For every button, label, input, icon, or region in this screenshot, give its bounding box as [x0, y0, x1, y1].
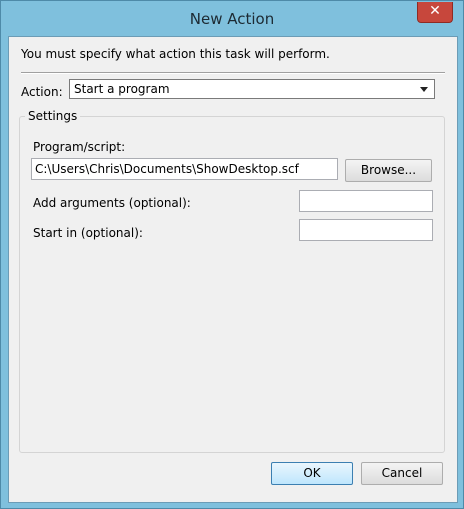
- program-script-label: Program/script:: [33, 140, 126, 154]
- program-script-input[interactable]: C:\Users\Chris\Documents\ShowDesktop.scf: [31, 158, 338, 180]
- separator: [21, 72, 445, 74]
- action-dropdown[interactable]: Start a program: [69, 79, 435, 99]
- cancel-button[interactable]: Cancel: [361, 462, 443, 485]
- settings-group-title: Settings: [25, 109, 81, 123]
- title-bar[interactable]: New Action ✕: [1, 1, 463, 35]
- close-button[interactable]: ✕: [417, 2, 453, 23]
- new-action-dialog: New Action ✕ You must specify what actio…: [0, 0, 464, 509]
- start-in-input[interactable]: [299, 219, 433, 241]
- dialog-body: You must specify what action this task w…: [8, 36, 458, 503]
- browse-button[interactable]: Browse...: [345, 159, 432, 182]
- start-in-label: Start in (optional):: [33, 226, 143, 240]
- ok-button[interactable]: OK: [271, 462, 353, 485]
- action-label: Action:: [21, 85, 63, 99]
- close-icon: ✕: [429, 3, 441, 19]
- instruction-text: You must specify what action this task w…: [21, 47, 330, 61]
- add-arguments-input[interactable]: [299, 190, 433, 212]
- chevron-down-icon: [420, 87, 428, 92]
- window-title: New Action: [189, 10, 275, 28]
- add-arguments-label: Add arguments (optional):: [33, 196, 191, 210]
- action-dropdown-value: Start a program: [74, 82, 170, 96]
